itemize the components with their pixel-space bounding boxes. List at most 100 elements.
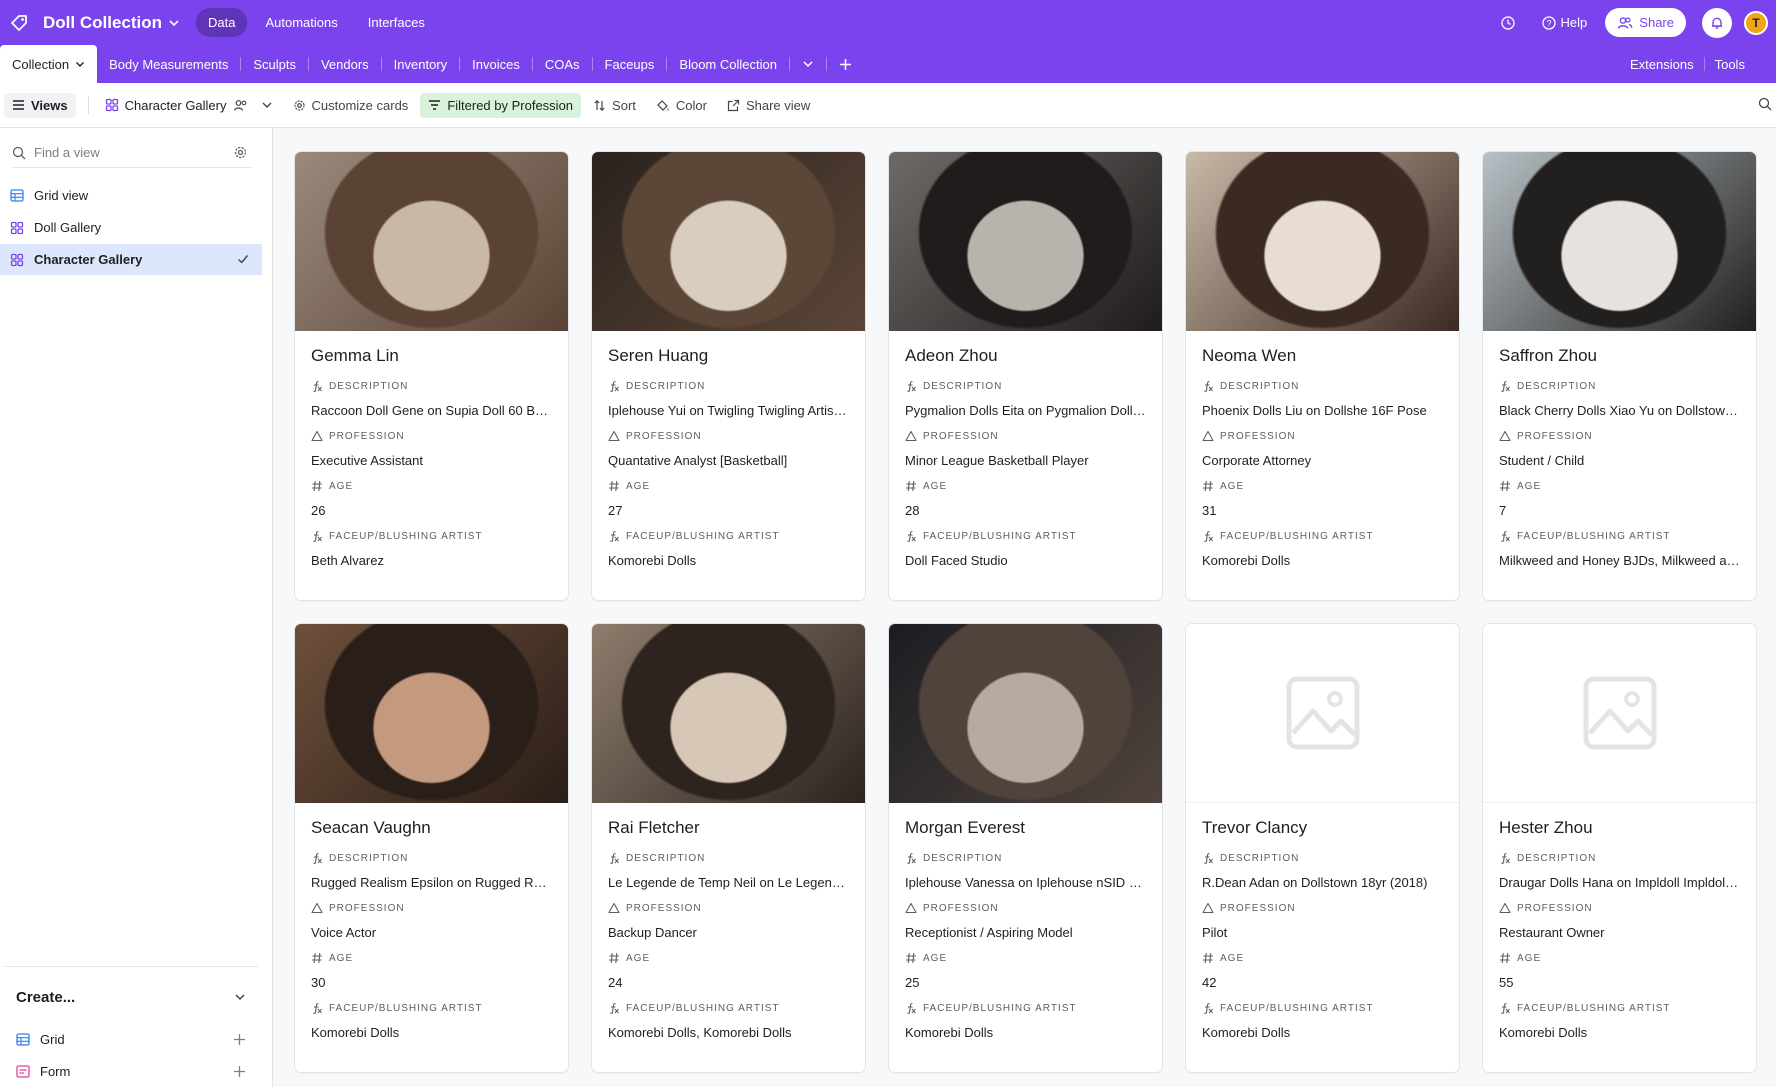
base-name-menu[interactable]: Doll Collection	[43, 13, 180, 33]
formula-icon	[1204, 852, 1213, 864]
sidebar-item-grid-view[interactable]: Grid view	[0, 180, 262, 211]
record-card-gemma-lin[interactable]: Gemma Lin DESCRIPTION Raccoon Doll Gene …	[295, 152, 568, 600]
field-label-artist: FACEUP/BLUSHING ARTIST	[1499, 529, 1740, 543]
share-view-button[interactable]: Share view	[719, 93, 818, 118]
plus-icon	[839, 58, 851, 70]
find-view-input[interactable]	[34, 145, 214, 160]
top-tab-automations[interactable]: Automations	[253, 8, 349, 37]
field-label-description: DESCRIPTION	[311, 851, 552, 865]
age-value: 42	[1202, 975, 1217, 990]
current-view-menu[interactable]: Character Gallery	[97, 93, 281, 118]
record-card-seacan-vaughn[interactable]: Seacan Vaughn DESCRIPTION Rugged Realism…	[295, 624, 568, 1072]
profession-value: Executive Assistant	[311, 453, 423, 468]
create-toggle[interactable]: Create...	[4, 983, 258, 1011]
formula-icon	[313, 1002, 322, 1014]
collaborative-view-icon	[233, 99, 246, 111]
record-card-seren-huang[interactable]: Seren Huang DESCRIPTION Iplehouse Yui on…	[592, 152, 865, 600]
table-tab-invoices[interactable]: Invoices	[460, 45, 532, 83]
customize-cards-button[interactable]: Customize cards	[285, 93, 417, 118]
formula-icon	[1501, 852, 1510, 864]
share-button[interactable]: Share	[1605, 8, 1686, 37]
card-title: Neoma Wen	[1202, 346, 1297, 365]
record-card-saffron-zhou[interactable]: Saffron Zhou DESCRIPTION Black Cherry Do…	[1483, 152, 1756, 600]
current-view-name: Character Gallery	[124, 97, 227, 113]
filter-button[interactable]: Filtered by Profession	[420, 92, 582, 118]
table-tab-faceups[interactable]: Faceups	[593, 45, 667, 83]
sort-button[interactable]: Sort	[585, 93, 644, 118]
field-label-profession: PROFESSION	[1202, 429, 1443, 443]
description-value: Pygmalion Dolls Eita on Pygmalion Dolls …	[905, 403, 1146, 418]
gallery-view-icon	[10, 221, 24, 234]
record-card-rai-fletcher[interactable]: Rai Fletcher DESCRIPTION Le Legende de T…	[592, 624, 865, 1072]
gallery-view-icon	[10, 253, 24, 266]
record-card-trevor-clancy[interactable]: Trevor Clancy DESCRIPTION R.Dean Adan on…	[1186, 624, 1459, 1072]
top-tab-data[interactable]: Data	[196, 8, 248, 37]
artist-value: Doll Faced Studio	[905, 553, 1008, 568]
profession-value: Student / Child	[1499, 453, 1585, 468]
field-label-age: AGE	[608, 479, 849, 493]
field-label-description: DESCRIPTION	[608, 379, 849, 393]
age-value: 31	[1202, 503, 1217, 518]
lookup-icon	[1499, 902, 1511, 914]
notifications-button[interactable]	[1702, 7, 1732, 38]
view-toolbar: Views Character Gallery Customize cards …	[0, 83, 1776, 128]
table-tab-bloom-collection[interactable]: Bloom Collection	[667, 45, 789, 83]
image-placeholder-icon	[1583, 676, 1656, 750]
card-photo	[592, 624, 865, 803]
table-tab-coas[interactable]: COAs	[533, 45, 592, 83]
table-tab-body-measurements[interactable]: Body Measurements	[97, 45, 240, 83]
gear-icon[interactable]	[233, 145, 248, 160]
record-card-morgan-everest[interactable]: Morgan Everest DESCRIPTION Iplehouse Van…	[889, 624, 1162, 1072]
formula-icon	[1501, 530, 1510, 542]
record-card-adeon-zhou[interactable]: Adeon Zhou DESCRIPTION Pygmalion Dolls E…	[889, 152, 1162, 600]
artist-value: Komorebi Dolls	[311, 1025, 400, 1040]
table-tab-inventory[interactable]: Inventory	[382, 45, 459, 83]
tools-button[interactable]: Tools	[1705, 45, 1755, 83]
description-value: Raccoon Doll Gene on Supia Doll 60 Boy B…	[311, 403, 552, 418]
table-tab-vendors[interactable]: Vendors	[309, 45, 381, 83]
record-card-neoma-wen[interactable]: Neoma Wen DESCRIPTION Phoenix Dolls Liu …	[1186, 152, 1459, 600]
history-icon[interactable]	[1500, 15, 1516, 31]
view-label: Character Gallery	[34, 252, 143, 267]
view-label: Doll Gallery	[34, 220, 102, 235]
field-label-age: AGE	[1202, 951, 1443, 965]
record-card-hester-zhou[interactable]: Hester Zhou DESCRIPTION Draugar Dolls Ha…	[1483, 624, 1756, 1072]
formula-icon	[313, 380, 322, 392]
field-label-artist: FACEUP/BLUSHING ARTIST	[608, 529, 849, 543]
sidebar-item-character-gallery[interactable]: Character Gallery	[0, 244, 262, 275]
field-label-description: DESCRIPTION	[1202, 851, 1443, 865]
add-table-button[interactable]	[827, 45, 864, 83]
view-label: Grid view	[34, 188, 89, 203]
search-icon[interactable]	[1758, 97, 1772, 111]
create-grid-label: Grid	[40, 1031, 65, 1047]
extensions-button[interactable]: Extensions	[1620, 45, 1704, 83]
chevron-down-icon	[235, 994, 245, 1001]
table-tab-sculpts[interactable]: Sculpts	[241, 45, 308, 83]
views-toggle-button[interactable]: Views	[4, 92, 76, 118]
field-label-artist: FACEUP/BLUSHING ARTIST	[1202, 529, 1443, 543]
form-view-icon	[16, 1064, 30, 1078]
avatar[interactable]: T	[1744, 10, 1768, 35]
age-value: 28	[905, 503, 920, 518]
card-title: Adeon Zhou	[905, 346, 998, 365]
create-form-button[interactable]: Form	[4, 1055, 258, 1087]
chevron-down-icon	[262, 102, 271, 108]
base-logo-icon[interactable]	[8, 12, 30, 34]
field-label-artist: FACEUP/BLUSHING ARTIST	[311, 529, 552, 543]
profession-value: Backup Dancer	[608, 925, 697, 940]
sidebar-item-doll-gallery[interactable]: Doll Gallery	[0, 212, 262, 243]
top-tab-interfaces[interactable]: Interfaces	[356, 8, 437, 37]
description-value: Draugar Dolls Hana on Impldoll Impldoll …	[1499, 875, 1740, 890]
create-grid-button[interactable]: Grid	[4, 1023, 258, 1055]
table-tab-collection[interactable]: Collection	[0, 45, 98, 83]
check-icon	[238, 255, 249, 264]
more-tables-button[interactable]	[790, 45, 826, 83]
artist-value: Komorebi Dolls	[1202, 1025, 1291, 1040]
color-button[interactable]: Color	[648, 93, 715, 118]
customize-cards-label: Customize cards	[311, 97, 409, 113]
card-title: Gemma Lin	[311, 346, 399, 365]
age-value: 25	[905, 975, 920, 990]
menu-icon	[13, 100, 24, 110]
formula-icon	[1501, 380, 1510, 392]
help-button[interactable]: ? Help	[1541, 15, 1587, 30]
